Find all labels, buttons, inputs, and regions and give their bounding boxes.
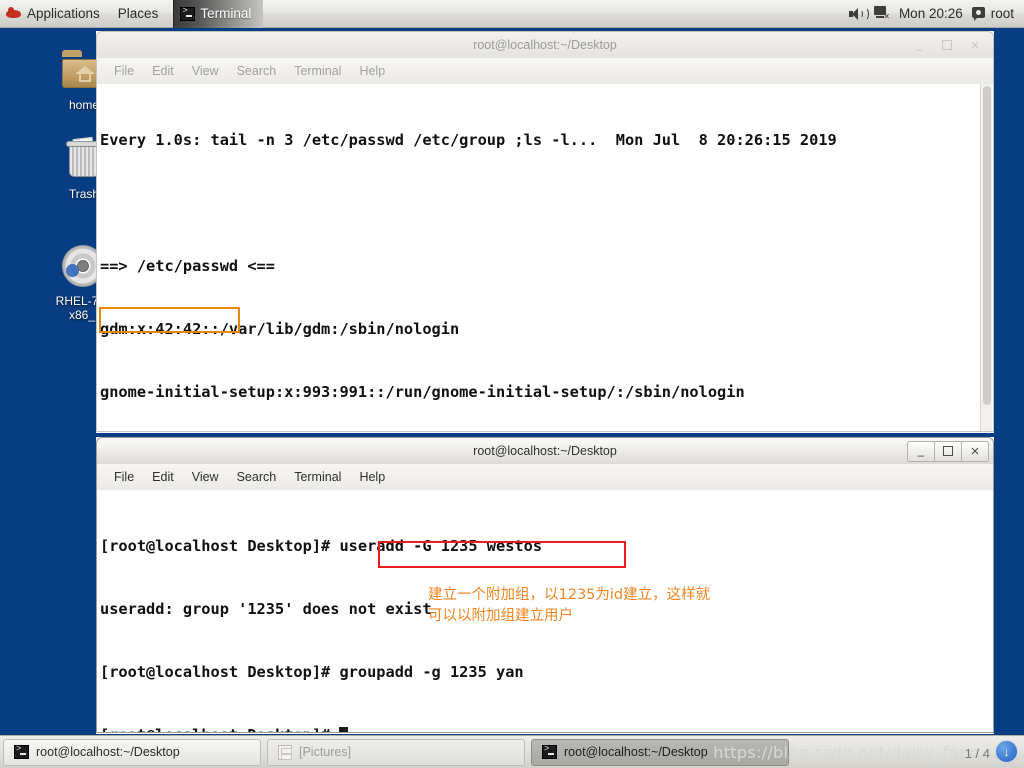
top-panel: Applications Places Terminal ✕ Mon 20:26… (0, 0, 1024, 28)
window-titlebar-bottom[interactable]: root@localhost:~/Desktop (96, 437, 994, 464)
terminal-cursor (339, 727, 349, 732)
volume-icon[interactable] (848, 6, 869, 21)
close-button-top[interactable] (961, 35, 989, 56)
taskbar-item-label: root@localhost:~/Desktop (36, 745, 180, 759)
maximize-button-bottom[interactable] (934, 440, 962, 462)
terminal-line: ==> /etc/passwd <== (100, 257, 275, 275)
places-menu-label: Places (117, 6, 159, 21)
menubar-top: File Edit View Search Terminal Help (96, 58, 994, 84)
window-buttons-top (905, 32, 993, 59)
menu-view-bottom[interactable]: View (183, 467, 228, 487)
annotation-line-1: 建立一个附加组，以1235为id建立，这样就 (428, 587, 711, 603)
redhat-logo-icon (6, 6, 21, 21)
minimize-button-bottom[interactable] (907, 440, 935, 462)
page-indicator: 1 / 4 (964, 746, 990, 761)
window-title-bottom: root@localhost:~/Desktop (473, 444, 617, 458)
terminal-line-groupadd: [root@localhost Desktop]# groupadd -g 12… (100, 663, 524, 681)
panel-task-terminal[interactable]: Terminal (173, 0, 264, 28)
menu-search-bottom[interactable]: Search (228, 467, 286, 487)
panel-task-terminal-label: Terminal (200, 6, 252, 21)
watermark: https://blog.csdn.net/daisy_fang (713, 743, 980, 762)
terminal-line: gdm:x:42:42::/var/lib/gdm:/sbin/nologin (100, 320, 460, 338)
terminal-icon (180, 6, 196, 21)
scrollbar-top[interactable] (980, 84, 992, 431)
network-disconnected-icon[interactable]: ✕ (873, 6, 890, 21)
terminal-line: [root@localhost Desktop]# useradd -G 123… (100, 537, 543, 555)
user-icon[interactable] (971, 6, 986, 21)
menu-edit-bottom[interactable]: Edit (143, 467, 183, 487)
menu-help-bottom[interactable]: Help (350, 467, 394, 487)
menu-view-top[interactable]: View (183, 61, 228, 81)
menu-help-top[interactable]: Help (350, 61, 394, 81)
close-button-bottom[interactable] (961, 440, 989, 462)
menu-edit-top[interactable]: Edit (143, 61, 183, 81)
window-titlebar-top[interactable]: root@localhost:~/Desktop (96, 31, 994, 58)
terminal-icon (542, 744, 557, 759)
terminal-line: gnome-initial-setup:x:993:991::/run/gnom… (100, 383, 745, 401)
taskbar-item-label: root@localhost:~/Desktop (564, 745, 708, 759)
image-viewer-icon (278, 744, 292, 760)
user-menu-label[interactable]: root (991, 6, 1024, 21)
menubar-bottom: File Edit View Search Terminal Help (96, 464, 994, 490)
window-buttons-bottom (907, 438, 993, 465)
menu-file-top[interactable]: File (105, 61, 143, 81)
prompt-text: [root@localhost Desktop]# (100, 726, 339, 732)
applications-menu-label: Applications (27, 6, 100, 21)
menu-file-bottom[interactable]: File (105, 467, 143, 487)
maximize-button-top[interactable] (933, 35, 961, 56)
scrollbar-thumb-top[interactable] (983, 86, 991, 406)
terminal-window-top[interactable]: root@localhost:~/Desktop File Edit View … (96, 31, 994, 433)
csdn-badge-icon[interactable]: ↓ (995, 740, 1018, 763)
terminal-line: Every 1.0s: tail -n 3 /etc/passwd /etc/g… (100, 131, 837, 149)
clock[interactable]: Mon 20:26 (890, 6, 972, 21)
terminal-prompt-line: [root@localhost Desktop]# (100, 725, 993, 732)
places-menu[interactable]: Places (109, 0, 168, 28)
minimize-button-top[interactable] (905, 35, 933, 56)
menu-terminal-bottom[interactable]: Terminal (285, 467, 350, 487)
taskbar: root@localhost:~/Desktop [Pictures] root… (0, 735, 1024, 768)
taskbar-item-label: [Pictures] (299, 745, 352, 759)
terminal-output-top[interactable]: Every 1.0s: tail -n 3 /etc/passwd /etc/g… (96, 84, 994, 432)
taskbar-item-pictures[interactable]: [Pictures] (267, 738, 525, 766)
window-title-top: root@localhost:~/Desktop (473, 38, 617, 52)
chinese-annotation: 建立一个附加组，以1235为id建立，这样就 可以以附加组建立用户 (428, 585, 808, 627)
system-tray: ✕ Mon 20:26 root (848, 6, 1024, 21)
applications-menu[interactable]: Applications (0, 0, 109, 28)
menu-terminal-top[interactable]: Terminal (285, 61, 350, 81)
annotation-line-2: 可以以附加组建立用户 (428, 608, 573, 624)
terminal-icon (14, 744, 29, 759)
taskbar-item-terminal-1[interactable]: root@localhost:~/Desktop (3, 738, 261, 766)
menu-search-top[interactable]: Search (228, 61, 286, 81)
